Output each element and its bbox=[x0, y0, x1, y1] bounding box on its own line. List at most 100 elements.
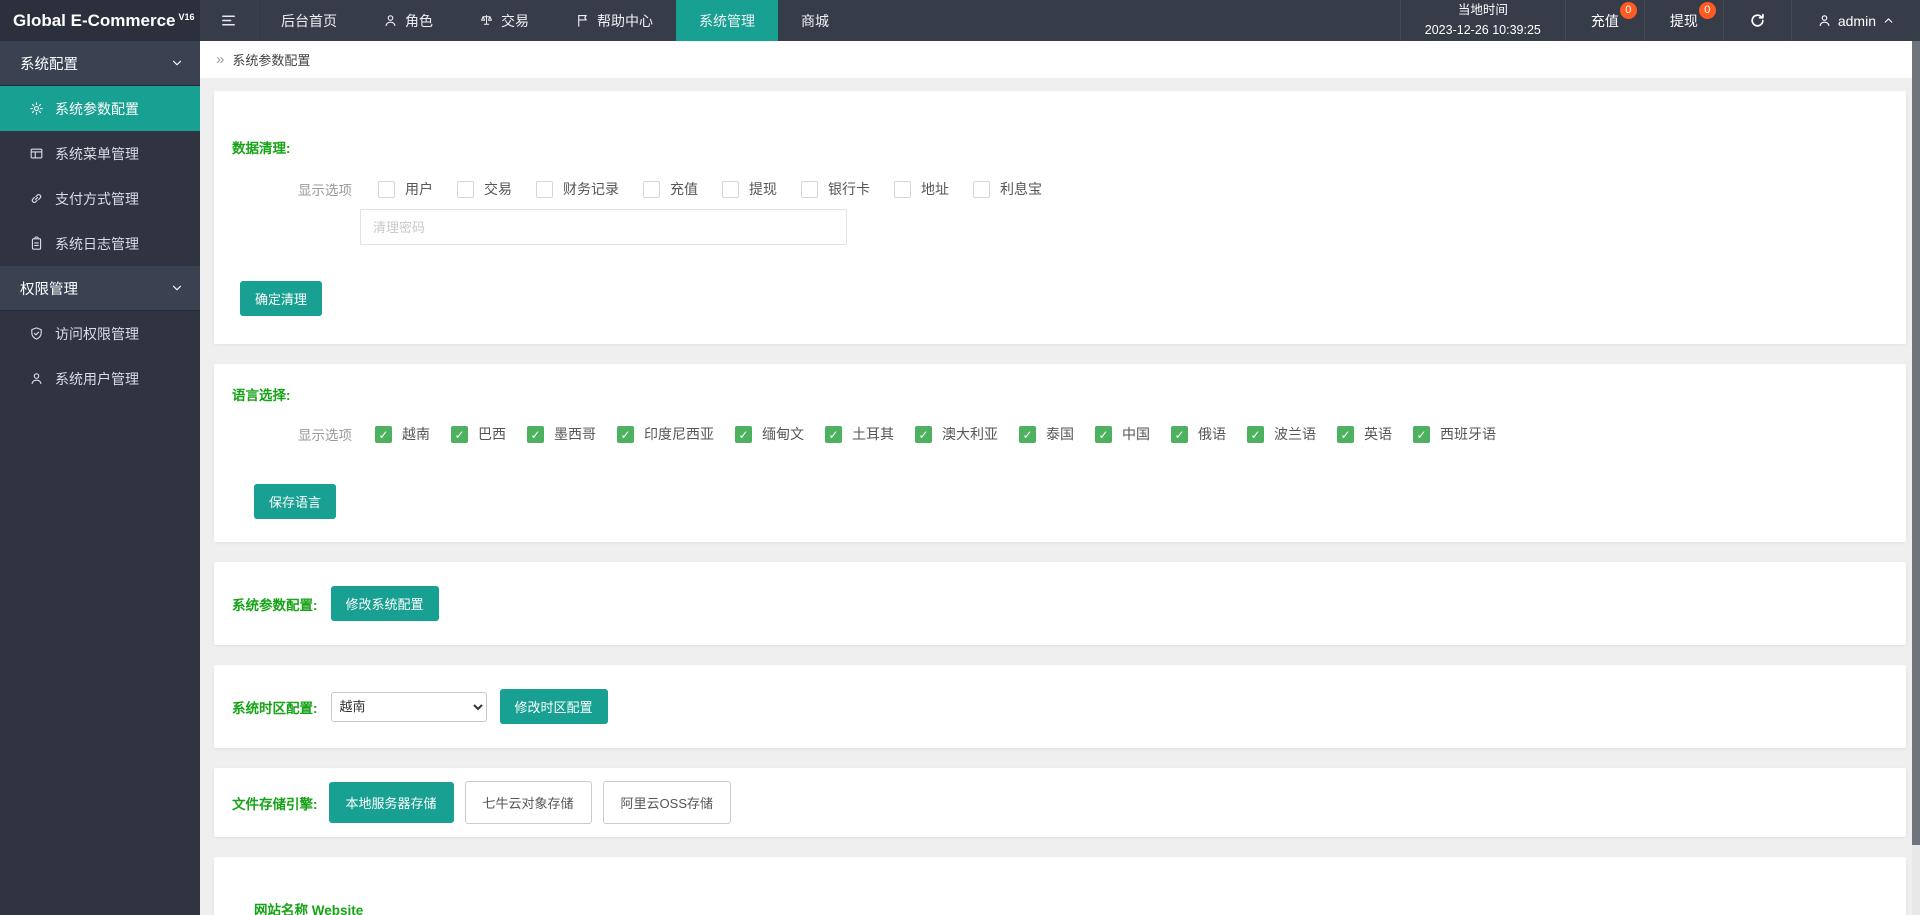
checkbox-unchecked[interactable] bbox=[378, 180, 395, 198]
sidebar-item-system-users[interactable]: 系统用户管理 bbox=[0, 356, 200, 401]
checkbox-checked[interactable] bbox=[1247, 425, 1264, 443]
storage-local-button[interactable]: 本地服务器存储 bbox=[328, 782, 454, 823]
clean-option-interest[interactable]: 利息宝 bbox=[973, 179, 1042, 199]
checkbox-checked[interactable] bbox=[1413, 425, 1430, 443]
nav-item-label: 后台首页 bbox=[281, 12, 337, 29]
recharge-button[interactable]: 充值 0 bbox=[1564, 0, 1644, 41]
checkbox-checked[interactable] bbox=[1337, 425, 1354, 443]
scrollbar-thumb[interactable] bbox=[1912, 41, 1920, 846]
clean-password-input[interactable] bbox=[360, 209, 847, 245]
nav-item-roles[interactable]: 角色 bbox=[360, 0, 456, 41]
window-icon bbox=[29, 146, 44, 161]
checkbox-checked[interactable] bbox=[1171, 425, 1188, 443]
checkbox-checked[interactable] bbox=[825, 425, 842, 443]
checkbox-label: 英语 bbox=[1364, 426, 1392, 442]
sidebar-item-access-permissions[interactable]: 访问权限管理 bbox=[0, 311, 200, 356]
checkbox-checked[interactable] bbox=[915, 425, 932, 443]
checkbox-checked[interactable] bbox=[735, 425, 752, 443]
checkbox-checked[interactable] bbox=[527, 425, 544, 443]
save-language-button[interactable]: 保存语言 bbox=[254, 484, 337, 519]
clean-option-address[interactable]: 地址 bbox=[894, 179, 949, 199]
sidebar-item-payment-methods[interactable]: 支付方式管理 bbox=[0, 176, 200, 221]
lang-option-vietnam[interactable]: 越南 bbox=[375, 424, 430, 444]
checkbox-label: 银行卡 bbox=[828, 181, 870, 197]
clean-option-bank-card[interactable]: 银行卡 bbox=[801, 179, 870, 199]
checkbox-unchecked[interactable] bbox=[894, 180, 911, 198]
sidebar-group-permissions[interactable]: 权限管理 bbox=[0, 266, 200, 311]
person-icon bbox=[29, 371, 44, 386]
nav-item-label: 交易 bbox=[501, 12, 529, 29]
lang-option-brazil[interactable]: 巴西 bbox=[451, 424, 506, 444]
checkbox-checked[interactable] bbox=[1095, 425, 1112, 443]
clean-option-recharge[interactable]: 充值 bbox=[643, 179, 698, 199]
checkbox-unchecked[interactable] bbox=[457, 180, 474, 198]
modify-timezone-button[interactable]: 修改时区配置 bbox=[499, 689, 608, 724]
sidebar-item-system-logs[interactable]: 系统日志管理 bbox=[0, 221, 200, 266]
sidebar-item-menu-management[interactable]: 系统菜单管理 bbox=[0, 131, 200, 176]
clean-option-finance-records[interactable]: 财务记录 bbox=[536, 179, 619, 199]
checkbox-unchecked[interactable] bbox=[536, 180, 553, 198]
checkbox-unchecked[interactable] bbox=[722, 180, 739, 198]
checkbox-label: 印度尼西亚 bbox=[644, 426, 714, 442]
lang-option-australia[interactable]: 澳大利亚 bbox=[915, 424, 998, 444]
nav-item-system-management[interactable]: 系统管理 bbox=[676, 0, 778, 41]
lang-option-thailand[interactable]: 泰国 bbox=[1019, 424, 1074, 444]
lang-option-polish[interactable]: 波兰语 bbox=[1247, 424, 1316, 444]
clean-option-users[interactable]: 用户 bbox=[378, 179, 433, 199]
checkbox-label: 土耳其 bbox=[852, 426, 894, 442]
user-menu[interactable]: admin bbox=[1790, 0, 1920, 41]
lang-option-china[interactable]: 中国 bbox=[1095, 424, 1150, 444]
storage-engine-card: 文件存储引擎: 本地服务器存储 七牛云对象存储 阿里云OSS存储 bbox=[214, 768, 1906, 837]
withdraw-badge: 0 bbox=[1698, 2, 1716, 19]
checkbox-unchecked[interactable] bbox=[801, 180, 818, 198]
lang-option-mexico[interactable]: 墨西哥 bbox=[527, 424, 596, 444]
checkbox-checked[interactable] bbox=[375, 425, 392, 443]
nav-item-dashboard[interactable]: 后台首页 bbox=[258, 0, 360, 41]
lang-option-english[interactable]: 英语 bbox=[1337, 424, 1392, 444]
nav-item-mall[interactable]: 商城 bbox=[778, 0, 852, 41]
lang-option-turkey[interactable]: 土耳其 bbox=[825, 424, 894, 444]
checkbox-label: 中国 bbox=[1122, 426, 1150, 442]
checkbox-label: 泰国 bbox=[1046, 426, 1074, 442]
lang-option-burmese[interactable]: 缅甸文 bbox=[735, 424, 804, 444]
refresh-button[interactable] bbox=[1722, 0, 1791, 41]
storage-qiniu-button[interactable]: 七牛云对象存储 bbox=[464, 781, 592, 824]
shield-check-icon bbox=[29, 326, 44, 341]
storage-aliyun-oss-button[interactable]: 阿里云OSS存储 bbox=[602, 781, 731, 824]
checkbox-unchecked[interactable] bbox=[643, 180, 660, 198]
checkbox-checked[interactable] bbox=[617, 425, 634, 443]
system-params-card: 系统参数配置: 修改系统配置 bbox=[214, 562, 1906, 645]
checkbox-label: 缅甸文 bbox=[762, 426, 804, 442]
clean-option-trade[interactable]: 交易 bbox=[457, 179, 512, 199]
nav-item-trade[interactable]: 交易 bbox=[456, 0, 552, 41]
nav-item-help-center[interactable]: 帮助中心 bbox=[552, 0, 676, 41]
app-version: V16 bbox=[178, 11, 195, 22]
checkbox-label: 财务记录 bbox=[563, 181, 619, 197]
person-icon bbox=[383, 13, 398, 28]
data-clean-options-row: 显示选项 用户 交易 财务记录 充值 提现 银行卡 地址 利息宝 bbox=[298, 179, 1888, 199]
sidebar-toggle-button[interactable] bbox=[200, 0, 258, 41]
checkbox-label: 提现 bbox=[749, 181, 777, 197]
vertical-scrollbar[interactable] bbox=[1912, 41, 1920, 915]
confirm-clean-button[interactable]: 确定清理 bbox=[240, 281, 323, 316]
checkbox-unchecked[interactable] bbox=[973, 180, 990, 198]
sidebar-item-system-params[interactable]: 系统参数配置 bbox=[0, 86, 200, 131]
withdraw-button[interactable]: 提现 0 bbox=[1643, 0, 1723, 41]
sidebar-group-system-config[interactable]: 系统配置 bbox=[0, 41, 200, 86]
checkbox-label: 巴西 bbox=[478, 426, 506, 442]
recharge-badge: 0 bbox=[1619, 2, 1637, 19]
checkbox-label: 波兰语 bbox=[1274, 426, 1316, 442]
checkbox-checked[interactable] bbox=[451, 425, 468, 443]
timezone-select[interactable]: 越南 bbox=[330, 691, 487, 722]
lang-option-spanish[interactable]: 西班牙语 bbox=[1413, 424, 1496, 444]
lang-option-russian[interactable]: 俄语 bbox=[1171, 424, 1226, 444]
checkbox-label: 澳大利亚 bbox=[942, 426, 998, 442]
checkbox-checked[interactable] bbox=[1019, 425, 1036, 443]
nav-item-label: 帮助中心 bbox=[597, 12, 653, 29]
lang-option-indonesia[interactable]: 印度尼西亚 bbox=[617, 424, 714, 444]
sidebar-item-label: 系统用户管理 bbox=[55, 370, 139, 387]
clipboard-icon bbox=[29, 236, 44, 251]
top-navbar: Global E-Commerce V16 后台首页 角色 交易 帮助中心 系统… bbox=[0, 0, 1920, 41]
clean-option-withdraw[interactable]: 提现 bbox=[722, 179, 777, 199]
modify-system-config-button[interactable]: 修改系统配置 bbox=[330, 586, 439, 621]
